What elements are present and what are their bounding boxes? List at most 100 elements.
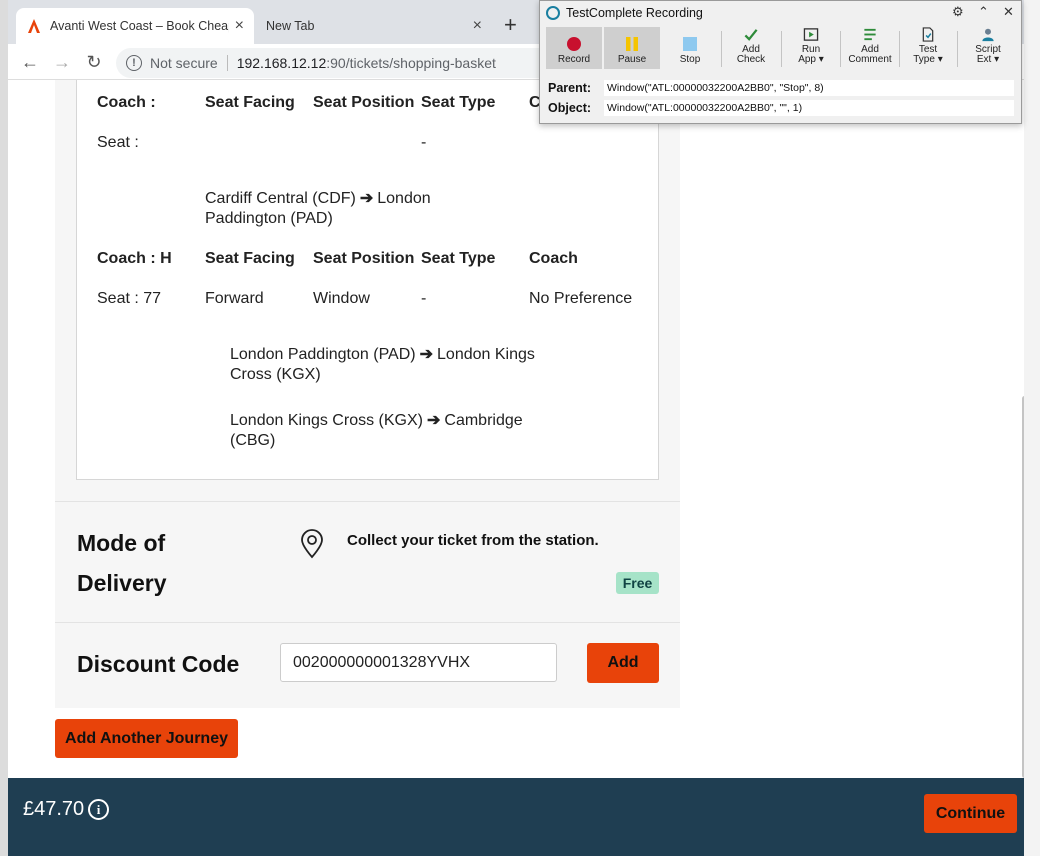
divider	[957, 31, 958, 67]
add-comment-label-2: Comment	[848, 54, 892, 65]
basket-footer: £47.70 i Continue	[8, 778, 1032, 856]
delivery-heading: Mode of Delivery	[77, 523, 167, 603]
security-label: Not secure	[150, 55, 218, 71]
test-type-button[interactable]: Test Type ▾	[901, 27, 955, 69]
arrow-right-icon: ➔	[426, 412, 441, 429]
info-icon[interactable]: i	[88, 799, 109, 820]
script-ext-button[interactable]: Script Ext ▾	[960, 27, 1016, 69]
stop-icon	[683, 37, 697, 51]
arrow-right-icon: ➔	[419, 346, 434, 363]
parent-row: Parent: Window("ATL:00000032200A2BB0", "…	[548, 79, 1014, 97]
add-comment-icon	[864, 28, 876, 41]
leg-destination-cont: Cross (KGX)	[230, 366, 321, 383]
script-ext-label-2: Ext ▾	[976, 54, 1000, 65]
add-check-icon	[744, 29, 758, 41]
settings-gear-icon[interactable]: ⚙	[952, 4, 964, 20]
seat-value: Seat :	[97, 134, 139, 151]
divider	[226, 55, 228, 71]
continue-button[interactable]: Continue	[924, 794, 1017, 833]
testcomplete-title: TestComplete Recording	[566, 6, 703, 20]
collapse-icon[interactable]: ⌃	[978, 4, 989, 20]
close-icon[interactable]: ✕	[1003, 4, 1014, 20]
new-tab-button[interactable]: +	[504, 12, 517, 38]
script-ext-icon	[982, 28, 994, 42]
url-path: :90/tickets/shopping-basket	[326, 55, 496, 71]
parent-value: Window("ATL:00000032200A2BB0", "Stop", 8…	[604, 80, 1014, 96]
pause-icon	[626, 37, 638, 51]
journey-leg: London Kings Cross (KGX) ➔ Cambridge (CBG)	[230, 411, 570, 451]
seat-value: Seat : 77	[97, 290, 162, 307]
record-button[interactable]: Record	[546, 27, 602, 69]
object-value: Window("ATL:00000032200A2BB0", "", 1)	[604, 100, 1014, 116]
divider	[899, 31, 900, 67]
add-check-label-2: Check	[736, 54, 766, 65]
leg-destination: London Kings	[437, 346, 535, 363]
seat-position-header: Seat Position	[313, 94, 415, 111]
seat-type-header: Seat Type	[421, 250, 496, 267]
object-label: Object:	[548, 101, 592, 115]
leg-destination: London	[377, 190, 431, 207]
divider	[55, 501, 680, 502]
run-app-button[interactable]: Run App ▾	[784, 27, 838, 69]
leg-destination-cont: (CBG)	[230, 432, 276, 449]
pause-label: Pause	[617, 54, 647, 65]
seat-facing-value: Forward	[205, 290, 264, 307]
testcomplete-recording-panel: TestComplete Recording ⚙ ⌃ ✕ Record Paus…	[539, 0, 1022, 124]
delivery-heading-line2: Delivery	[77, 570, 167, 596]
delivery-heading-line1: Mode of	[77, 530, 166, 556]
tab-title: Avanti West Coast – Book Cheap	[50, 19, 229, 33]
coach-preference-value: No Preference	[529, 290, 633, 307]
add-comment-button[interactable]: Add Comment	[842, 27, 898, 69]
test-type-icon	[922, 27, 934, 42]
address-bar[interactable]: ! Not secure 192.168.12.12:90/tickets/sh…	[116, 48, 556, 78]
seat-facing-header: Seat Facing	[205, 94, 295, 111]
seat-details-panel: Coach : Seat Facing Seat Position Seat T…	[76, 80, 659, 480]
browser-window: Avanti West Coast – Book Cheap × New Tab…	[8, 0, 1032, 856]
avanti-logo-icon	[26, 18, 42, 34]
add-check-button[interactable]: Add Check	[724, 27, 778, 69]
test-type-label-2: Type ▾	[913, 54, 943, 65]
stop-button[interactable]: Stop	[662, 27, 718, 69]
parent-label: Parent:	[548, 81, 592, 95]
discount-code-input[interactable]: 002000000001328YVHX	[280, 643, 557, 682]
close-tab-icon[interactable]: ×	[235, 17, 244, 35]
seat-position-value: Window	[313, 290, 370, 307]
close-tab-icon[interactable]: ×	[473, 17, 482, 35]
seat-type-header: Seat Type	[421, 94, 496, 111]
pause-button[interactable]: Pause	[604, 27, 660, 69]
seat-type-value: -	[421, 134, 427, 151]
leg-origin: London Kings Cross (KGX)	[230, 412, 423, 429]
seat-facing-header: Seat Facing	[205, 250, 295, 267]
object-row: Object: Window("ATL:00000032200A2BB0", "…	[548, 99, 1014, 117]
page-viewport: Coach : Seat Facing Seat Position Seat T…	[8, 80, 1032, 778]
discount-heading: Discount Code	[77, 651, 240, 677]
coach-header: Coach : H	[97, 250, 172, 267]
stop-label: Stop	[679, 54, 701, 65]
forward-arrow-icon[interactable]: →	[50, 50, 74, 74]
delivery-text: Collect your ticket from the station.	[347, 532, 599, 549]
divider	[55, 622, 680, 623]
tab-title: New Tab	[266, 19, 315, 33]
leg-destination: Cambridge	[444, 412, 523, 429]
divider	[840, 31, 841, 67]
url-host: 192.168.12.12	[236, 55, 327, 71]
journey-leg: Cardiff Central (CDF) ➔ London Paddington (…	[205, 189, 475, 229]
reload-icon[interactable]: ↻	[82, 50, 106, 74]
arrow-right-icon: ➔	[359, 190, 374, 207]
coach-header: Coach :	[97, 94, 156, 111]
add-another-journey-button[interactable]: Add Another Journey	[55, 719, 238, 758]
free-badge: Free	[616, 572, 659, 594]
back-arrow-icon[interactable]: ←	[18, 50, 42, 74]
record-icon	[567, 37, 581, 51]
leg-origin: London Paddington (PAD)	[230, 346, 416, 363]
tab-new-tab[interactable]: New Tab ×	[254, 8, 494, 44]
add-discount-button[interactable]: Add	[587, 643, 659, 683]
tab-avanti[interactable]: Avanti West Coast – Book Cheap ×	[16, 8, 254, 44]
basket-card: Coach : Seat Facing Seat Position Seat T…	[55, 80, 680, 708]
seat-type-value: -	[421, 290, 427, 307]
leg-destination-cont: Paddington (PAD)	[205, 210, 333, 227]
journey-leg: London Paddington (PAD) ➔ London Kings Cros…	[230, 345, 570, 385]
testcomplete-titlebar: TestComplete Recording	[540, 1, 1021, 25]
location-pin-icon	[301, 529, 323, 559]
divider	[721, 31, 722, 67]
